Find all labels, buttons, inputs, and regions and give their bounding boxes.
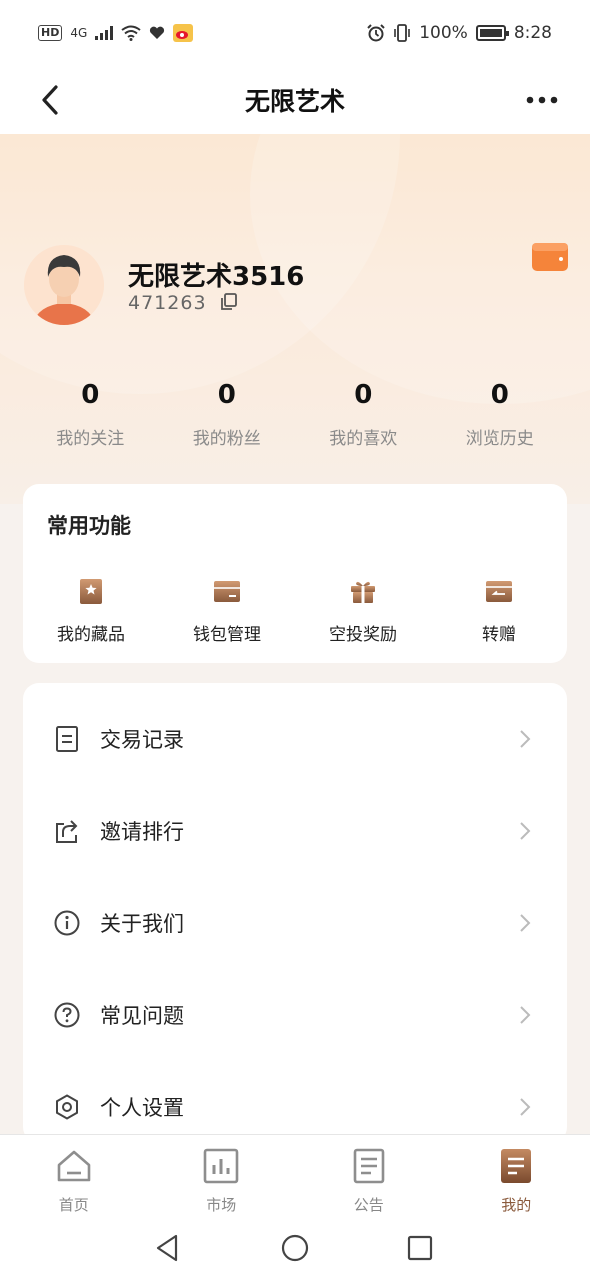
status-left: HD 4G [38, 24, 194, 42]
hd-indicator: HD [38, 25, 63, 41]
stat-following[interactable]: 0 我的关注 [22, 378, 159, 449]
menu-item-about-us[interactable]: 关于我们 [23, 877, 567, 969]
more-icon [526, 96, 558, 104]
menu-label: 个人设置 [100, 1096, 184, 1120]
stat-value: 0 [354, 380, 373, 410]
username: 无限艺术3516 [128, 262, 305, 292]
section-title: 常用功能 [47, 514, 131, 538]
document-icon [56, 726, 78, 752]
home-icon [57, 1150, 91, 1182]
stat-fans[interactable]: 0 我的粉丝 [159, 378, 296, 449]
menu-item-faq[interactable]: 常见问题 [23, 969, 567, 1061]
func-label: 空投奖励 [329, 625, 397, 645]
menu-item-transactions[interactable]: 交易记录 [23, 693, 567, 785]
avatar-icon [24, 245, 104, 325]
tab-notice[interactable]: 公告 [295, 1135, 443, 1220]
battery-percent: 100% [419, 23, 468, 43]
menu-label: 交易记录 [100, 728, 184, 752]
stat-likes[interactable]: 0 我的喜欢 [295, 378, 432, 449]
page-title: 无限艺术 [244, 87, 345, 116]
stat-label: 我的喜欢 [329, 429, 398, 449]
signal-icon [95, 26, 114, 40]
share-icon [56, 820, 78, 843]
func-wallet-management[interactable]: 钱包管理 [159, 576, 295, 645]
chart-icon [203, 1148, 239, 1184]
system-navigation-bar [0, 1220, 590, 1278]
gift-icon [351, 581, 375, 603]
func-label: 转赠 [482, 625, 516, 645]
stat-label: 我的关注 [56, 429, 125, 449]
menu-label: 邀请排行 [100, 820, 184, 844]
transfer-icon [486, 581, 512, 602]
settings-icon [56, 1094, 78, 1120]
tab-label: 我的 [501, 1196, 532, 1214]
menu-card: 交易记录 邀请排行 关于我们 常见问题 个人设置 [23, 683, 567, 1143]
avatar[interactable] [24, 245, 104, 325]
nav-bar: 无限艺术 [0, 66, 590, 134]
chevron-left-icon [42, 85, 58, 115]
func-my-collection[interactable]: 我的藏品 [23, 576, 159, 645]
battery-icon [475, 25, 509, 41]
network-label: 4G [70, 26, 88, 40]
profile-stats: 0 我的关注 0 我的粉丝 0 我的喜欢 0 浏览历史 [22, 378, 568, 449]
menu-item-invite-ranking[interactable]: 邀请排行 [23, 785, 567, 877]
status-right: 100% 8:28 [367, 23, 552, 43]
chevron-right-icon [520, 1098, 531, 1116]
func-transfer[interactable]: 转赠 [431, 576, 567, 645]
function-grid: 我的藏品 钱包管理 空投奖励 转赠 [23, 576, 567, 645]
info-icon [54, 910, 80, 936]
func-label: 钱包管理 [193, 625, 261, 645]
alarm-icon [367, 24, 385, 42]
chevron-right-icon [520, 1006, 531, 1024]
collection-icon [80, 579, 102, 604]
copy-icon[interactable] [220, 293, 238, 311]
tab-label: 公告 [353, 1196, 384, 1214]
common-functions-card: 常用功能 我的藏品 钱包管理 空投奖励 转赠 [23, 484, 567, 663]
recents-square-icon[interactable] [404, 1232, 436, 1264]
vibrate-icon [394, 24, 411, 42]
stat-value: 0 [81, 380, 100, 410]
menu-label: 关于我们 [100, 912, 184, 936]
chevron-right-icon [520, 822, 531, 840]
wallet-icon [214, 581, 240, 602]
back-triangle-icon[interactable] [152, 1232, 184, 1264]
menu-label: 常见问题 [100, 1004, 184, 1028]
status-bar: HD 4G 100% 8:28 [0, 0, 590, 66]
tab-label: 市场 [206, 1196, 237, 1214]
tab-home[interactable]: 首页 [0, 1135, 148, 1220]
user-id: 471263 [128, 292, 207, 314]
more-button[interactable] [522, 80, 562, 120]
heart-icon [150, 26, 165, 39]
home-circle-icon[interactable] [279, 1232, 311, 1264]
weibo-icon [173, 24, 194, 42]
stat-label: 浏览历史 [465, 429, 534, 449]
tab-label: 首页 [58, 1196, 89, 1214]
chevron-right-icon [520, 914, 531, 932]
tab-market[interactable]: 市场 [148, 1135, 296, 1220]
stat-value: 0 [490, 380, 509, 410]
chevron-right-icon [520, 730, 531, 748]
func-airdrop-reward[interactable]: 空投奖励 [295, 576, 431, 645]
func-label: 我的藏品 [57, 625, 125, 645]
stat-label: 我的粉丝 [192, 429, 261, 449]
back-button[interactable] [30, 80, 70, 120]
tab-mine[interactable]: 我的 [443, 1135, 590, 1220]
notice-icon [353, 1148, 385, 1184]
stat-history[interactable]: 0 浏览历史 [432, 378, 569, 449]
stat-value: 0 [217, 380, 236, 410]
bottom-tab-bar: 首页 市场 公告 我的 [0, 1134, 590, 1220]
mine-icon [501, 1149, 532, 1183]
clock: 8:28 [513, 23, 552, 43]
question-icon [54, 1002, 80, 1028]
wallet-icon[interactable] [532, 241, 568, 273]
wifi-icon [121, 25, 141, 41]
